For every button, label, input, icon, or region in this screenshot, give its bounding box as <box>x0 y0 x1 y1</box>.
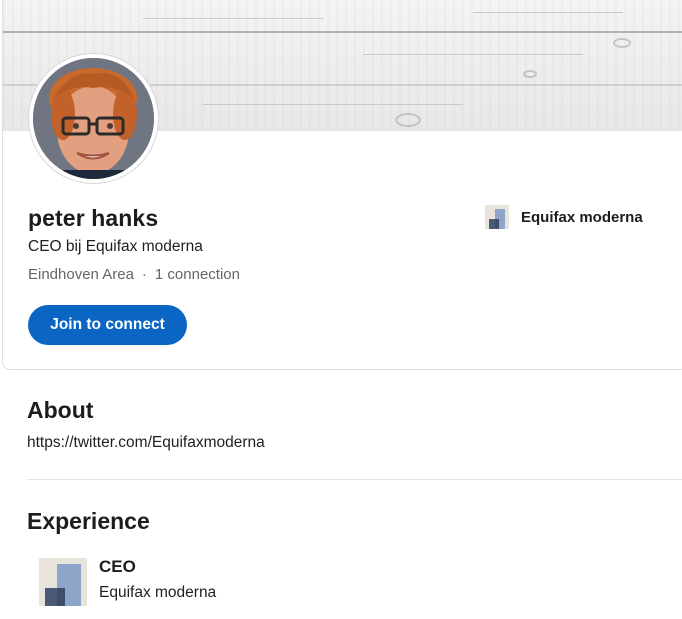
profile-location: Eindhoven Area <box>28 266 134 283</box>
experience-company-logo-icon[interactable] <box>39 558 87 606</box>
join-to-connect-button[interactable]: Join to connect <box>28 305 187 345</box>
profile-photo-icon <box>33 58 154 179</box>
company-logo-icon <box>485 205 509 229</box>
current-company-link[interactable]: Equifax moderna <box>485 205 643 229</box>
about-heading: About <box>27 397 94 423</box>
profile-name: peter hanks <box>28 205 159 231</box>
profile-meta: Eindhoven Area · 1 connection <box>28 266 240 283</box>
current-company-name: Equifax moderna <box>521 208 643 226</box>
experience-heading: Experience <box>27 508 150 534</box>
experience-company[interactable]: Equifax moderna <box>99 584 216 602</box>
meta-separator: · <box>141 266 147 283</box>
profile-top-card: peter hanks CEO bij Equifax moderna Eind… <box>2 0 682 370</box>
experience-role: CEO <box>99 557 136 576</box>
profile-photo[interactable] <box>29 54 158 183</box>
profile-headline: CEO bij Equifax moderna <box>28 238 203 255</box>
profile-connections: 1 connection <box>154 266 240 283</box>
section-divider <box>27 479 682 480</box>
about-text: https://twitter.com/Equifaxmoderna <box>27 434 265 451</box>
